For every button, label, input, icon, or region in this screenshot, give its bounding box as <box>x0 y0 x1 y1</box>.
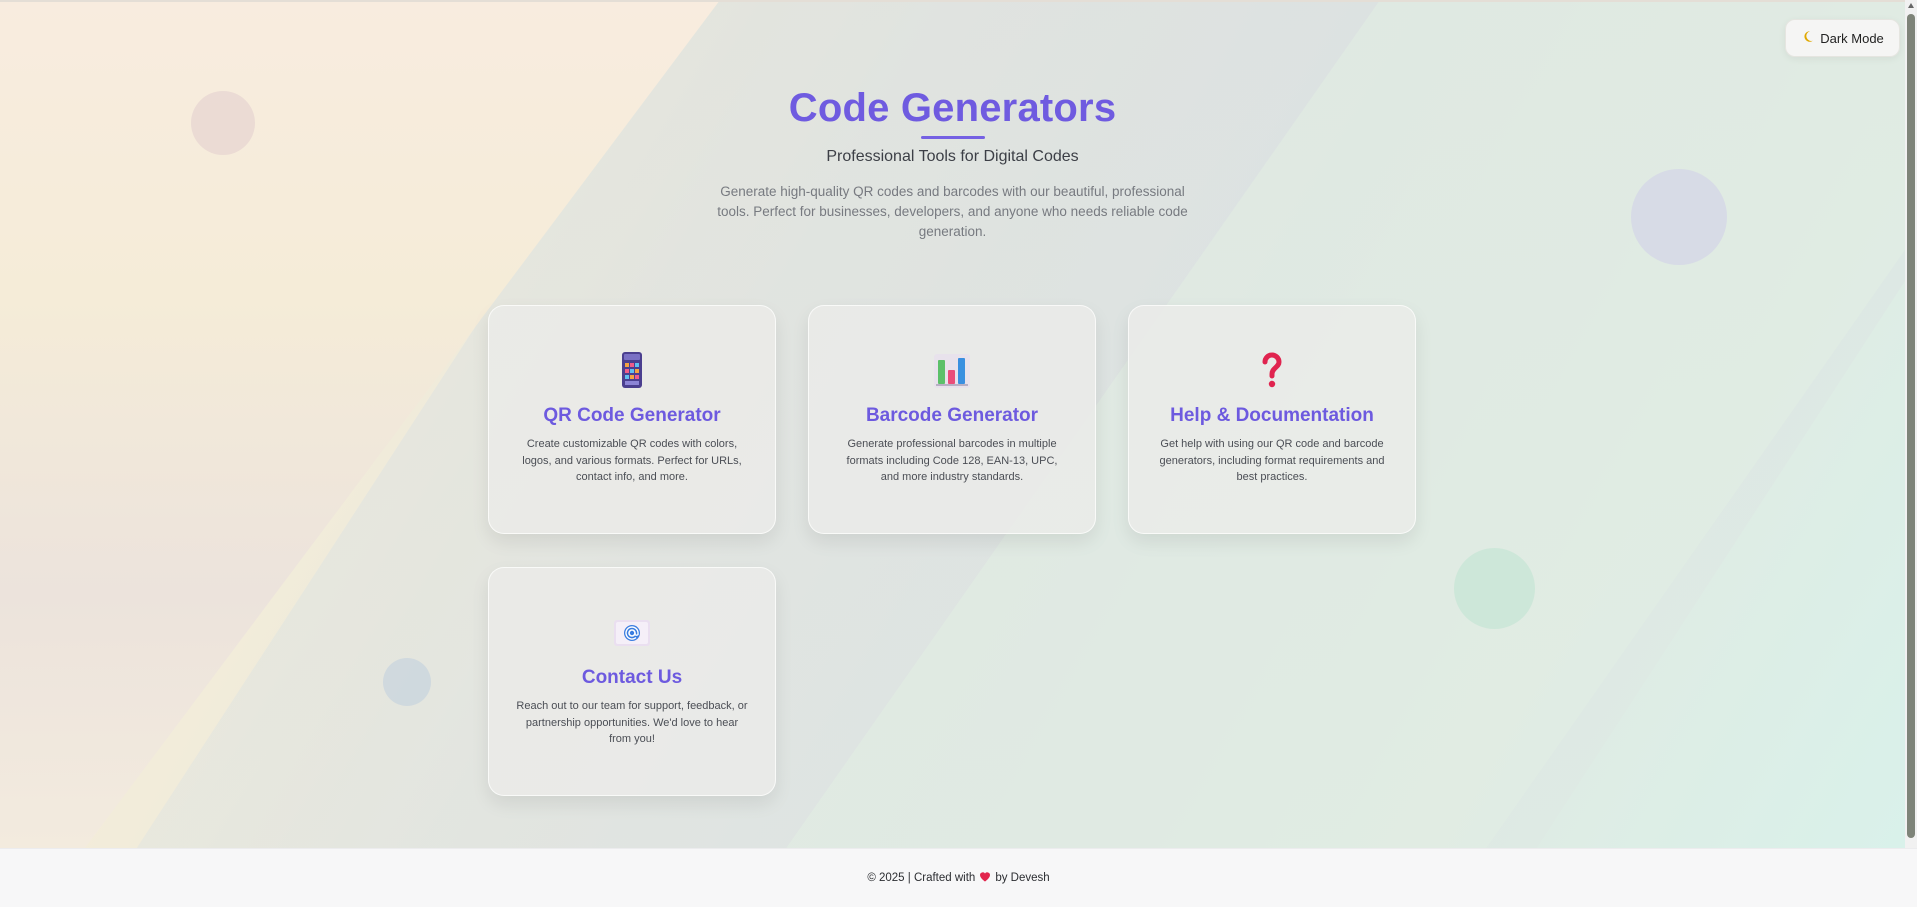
question-mark-icon <box>1262 352 1282 388</box>
hero-section: Code Generators Professional Tools for D… <box>0 82 1905 242</box>
card-title: QR Code Generator <box>543 405 721 426</box>
decorative-bubble <box>383 658 431 706</box>
title-underline <box>920 136 985 139</box>
top-border <box>0 0 1905 2</box>
page-title: Code Generators <box>788 86 1117 130</box>
dark-mode-label: Dark Mode <box>1820 30 1884 46</box>
footer-text-suffix: by Devesh <box>995 872 1050 884</box>
page-subtitle: Professional Tools for Digital Codes <box>826 148 1079 165</box>
moon-icon <box>1801 30 1814 46</box>
card-description: Get help with using our QR code and barc… <box>1159 438 1385 483</box>
email-icon <box>614 620 650 646</box>
card-title: Help & Documentation <box>1170 405 1374 426</box>
card-help-documentation[interactable]: Help & Documentation Get help with using… <box>1128 305 1416 534</box>
page-background: Dark Mode Code Generators Professional T… <box>0 0 1905 848</box>
card-description: Create customizable QR codes with colors… <box>522 438 742 483</box>
scrollbar-thumb[interactable] <box>1907 14 1915 838</box>
page-description: Generate high-quality QR codes and barco… <box>717 184 1188 239</box>
bar-chart-icon <box>934 354 970 388</box>
scroll-up-arrow-icon[interactable] <box>1908 3 1914 8</box>
card-title: Barcode Generator <box>865 405 1039 426</box>
card-qr-code-generator[interactable]: QR Code Generator Create customizable QR… <box>488 305 776 534</box>
calculator-icon <box>622 352 642 388</box>
card-description: Reach out to our team for support, feedb… <box>516 700 748 745</box>
card-contact-us[interactable]: Contact Us Reach out to our team for sup… <box>488 567 776 796</box>
card-description: Generate professional barcodes in multip… <box>846 438 1058 483</box>
decorative-bubble <box>1454 548 1535 629</box>
footer-text-prefix: © 2025 | Crafted with <box>867 872 976 884</box>
dark-mode-toggle[interactable]: Dark Mode <box>1785 19 1900 57</box>
heart-icon <box>979 871 991 885</box>
footer: © 2025 | Crafted with by Devesh <box>0 848 1917 907</box>
card-barcode-generator[interactable]: Barcode Generator Generate professional … <box>808 305 1096 534</box>
card-title: Contact Us <box>581 667 683 688</box>
